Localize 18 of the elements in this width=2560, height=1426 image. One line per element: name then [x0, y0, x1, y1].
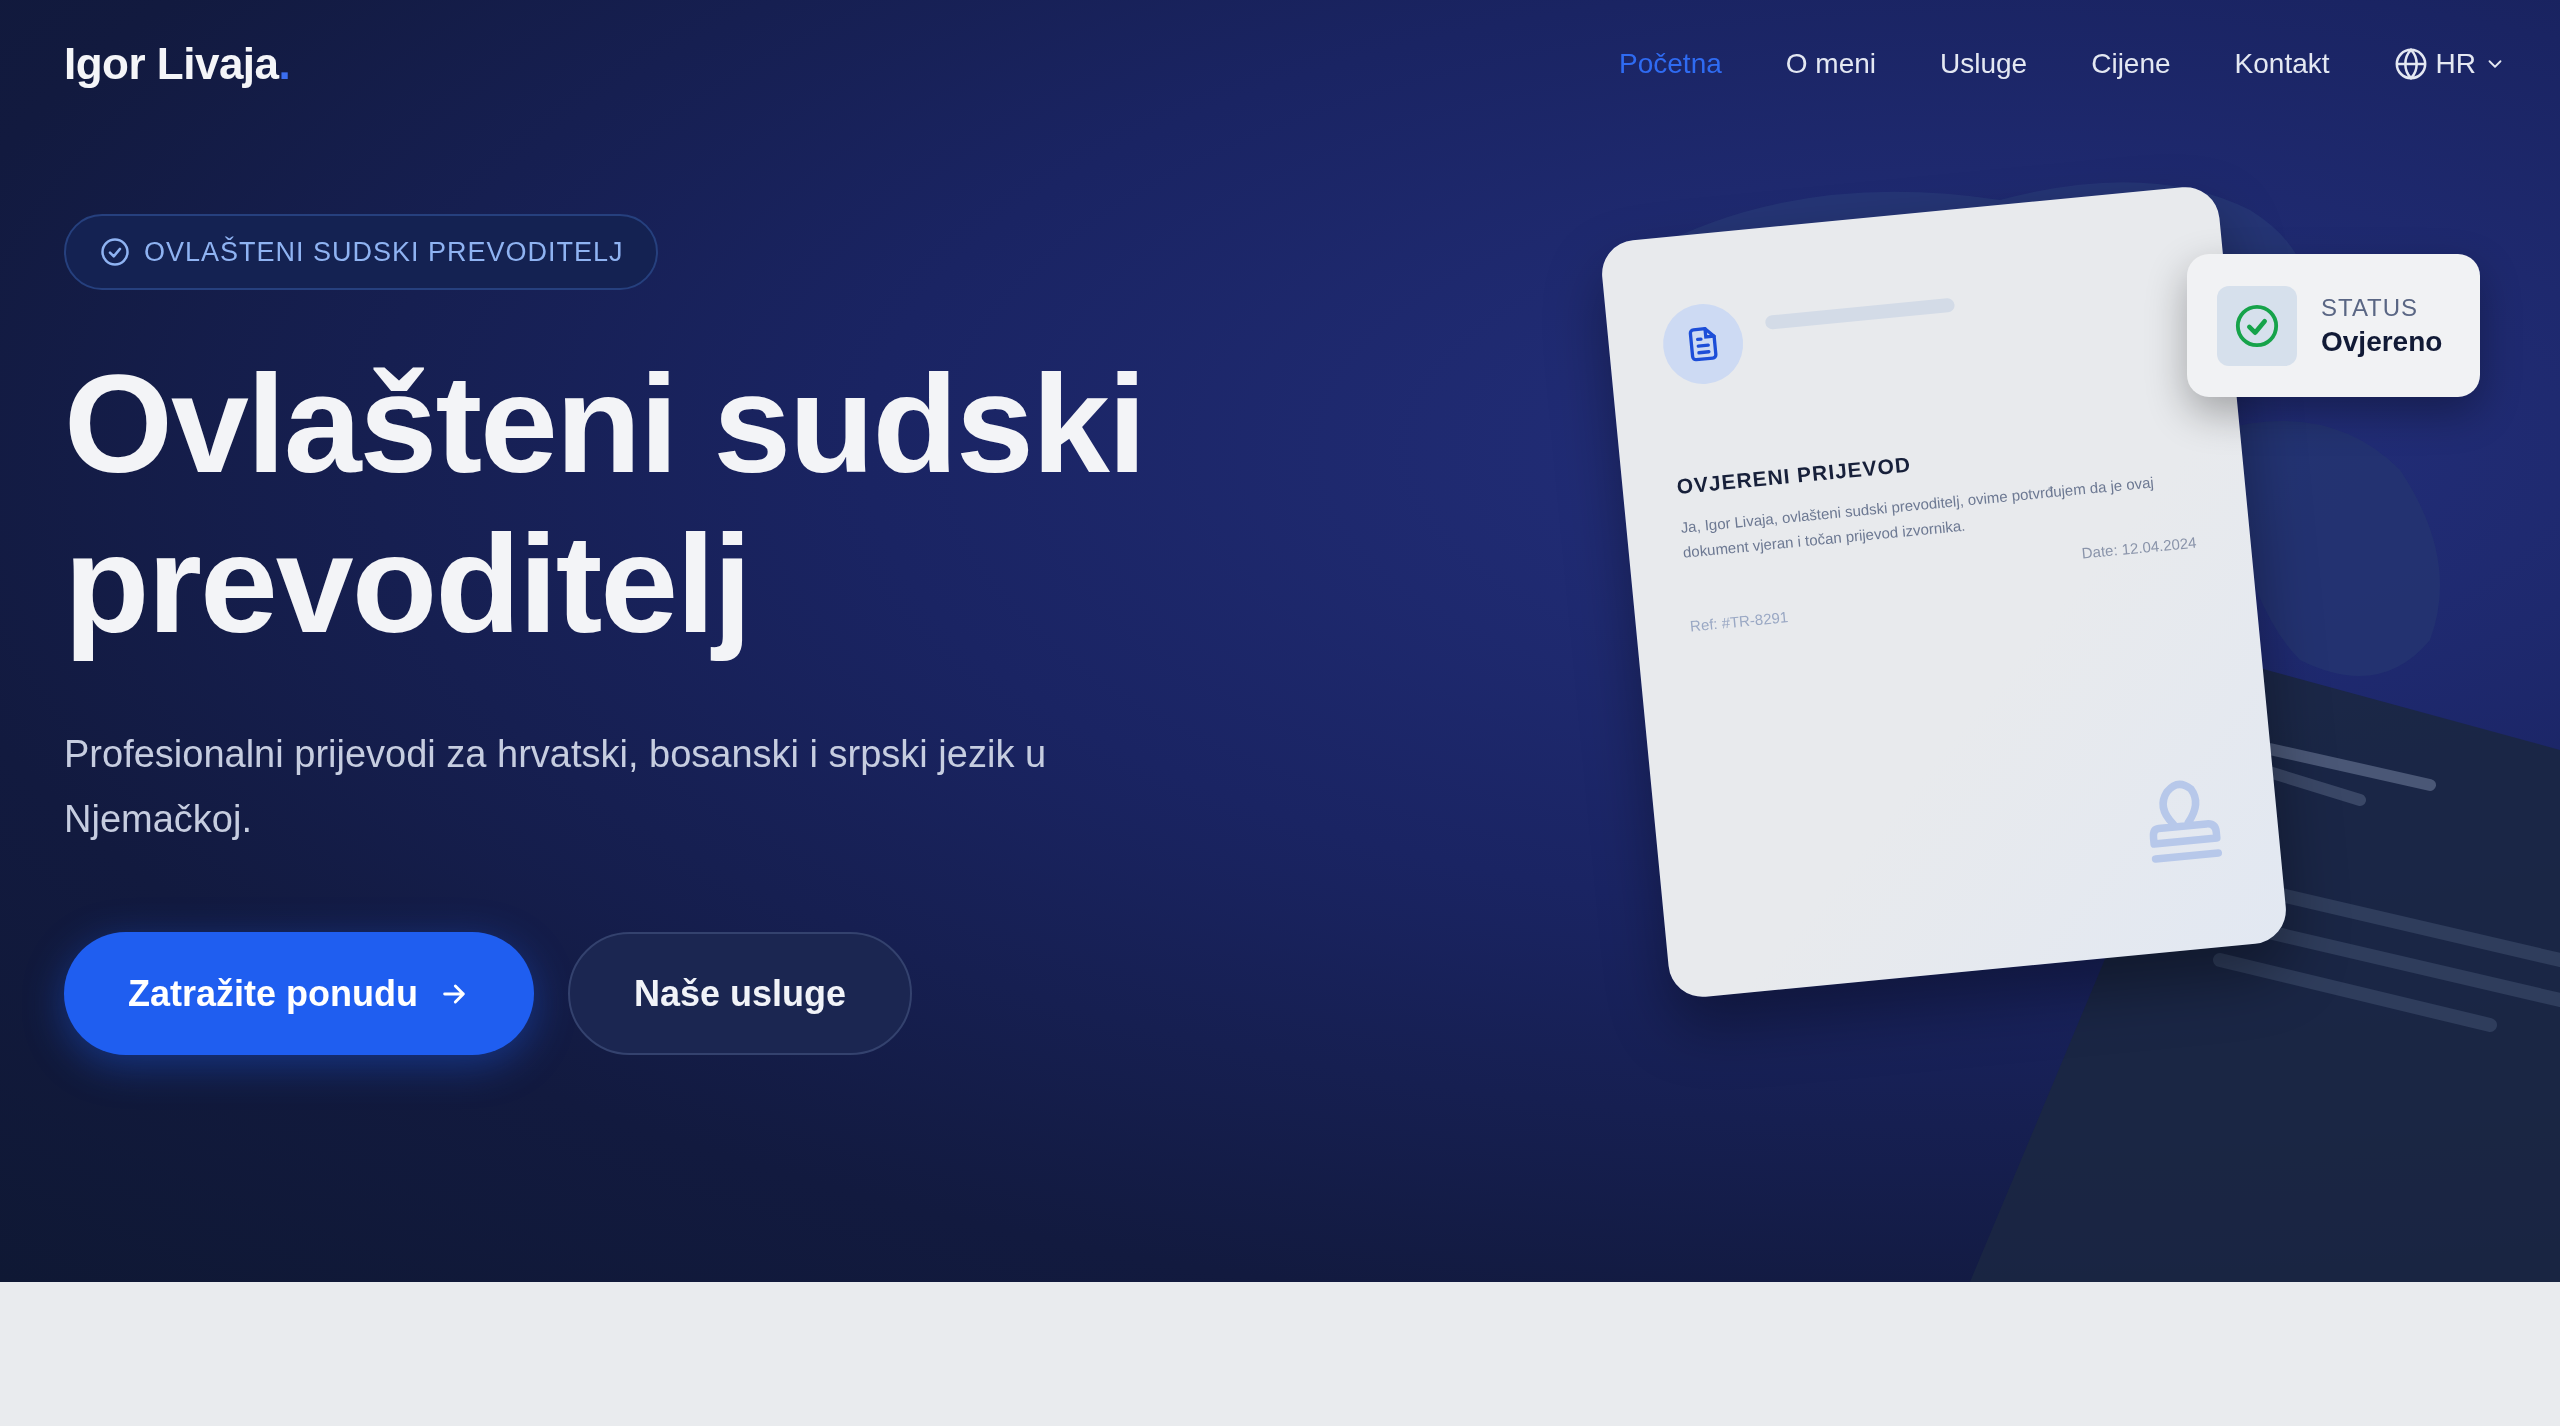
- document-reference: Ref: #TR-8291: [1689, 607, 1790, 635]
- language-selector[interactable]: HR: [2393, 47, 2506, 81]
- document-date: Date: 12.04.2024: [2080, 533, 2198, 564]
- globe-icon: [2393, 47, 2428, 81]
- nav-link[interactable]: Cijene: [2091, 48, 2171, 80]
- check-circle-icon: [100, 237, 130, 267]
- logo[interactable]: Igor Livaja.: [64, 39, 291, 89]
- nav-link[interactable]: O meni: [1785, 48, 1877, 80]
- status-label: STATUS: [2321, 293, 2420, 322]
- hero-subtitle: Profesionalni prijevodi za hrvatski, bosanski i srpski jezik u Njemačkoj.: [64, 732, 1048, 842]
- nav-link[interactable]: Kontakt: [2234, 48, 2330, 80]
- quote-button[interactable]: Zatražite ponudu: [64, 932, 534, 1055]
- badge-label: OVLAŠTENI SUDSKI PREVODITELJ: [144, 236, 624, 268]
- hero-heading: Ovlašteni sudski prevoditelj: [64, 344, 1146, 664]
- document-title: OVJERENI PRIJEVOD: [1675, 451, 1912, 499]
- services-button[interactable]: Naše usluge: [568, 932, 913, 1055]
- nav-link[interactable]: Usluge: [1940, 48, 2028, 80]
- status-value: Ovjereno: [2321, 325, 2443, 358]
